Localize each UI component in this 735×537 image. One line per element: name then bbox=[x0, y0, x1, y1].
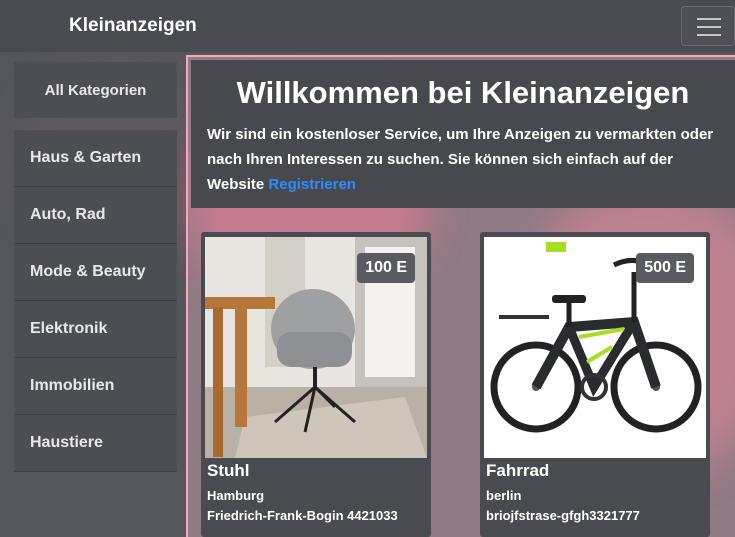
hero-title: Willkommen bei Kleinanzeigen bbox=[236, 75, 690, 110]
category-sidebar: All Kategorien Haus & Garten Auto, Rad M… bbox=[14, 62, 177, 472]
welcome-hero: Willkommen bei Kleinanzeigen Wir sind ei… bbox=[191, 60, 735, 208]
sidebar-item-haus-garten[interactable]: Haus & Garten bbox=[14, 130, 177, 187]
sidebar-item-auto-rad[interactable]: Auto, Rad bbox=[14, 187, 177, 244]
chair-image[interactable]: 100 E bbox=[205, 237, 427, 458]
sidebar-item-elektronik[interactable]: Elektronik bbox=[14, 301, 177, 358]
navbar: Kleinanzeigen bbox=[0, 0, 735, 52]
listing-address: Friedrich-Frank-Bogin 4421033 bbox=[207, 508, 398, 523]
listing-city: berlin bbox=[486, 488, 522, 503]
listing-card[interactable]: 500 E Fahrrad berlin briojfstrase-gfgh33… bbox=[480, 232, 710, 537]
price-badge: 100 E bbox=[357, 253, 415, 283]
sidebar-item-mode-beauty[interactable]: Mode & Beauty bbox=[14, 244, 177, 301]
listing-title[interactable]: Fahrrad bbox=[486, 461, 549, 481]
sidebar-all-categories[interactable]: All Kategorien bbox=[14, 62, 177, 118]
listing-title[interactable]: Stuhl bbox=[207, 461, 250, 481]
hamburger-menu-icon[interactable] bbox=[681, 6, 735, 46]
brand-logo[interactable]: Kleinanzeigen bbox=[69, 15, 197, 37]
hero-text: Wir sind ein kostenloser Service, um Ihr… bbox=[207, 122, 727, 197]
listing-address: briojfstrase-gfgh3321777 bbox=[486, 508, 640, 523]
sidebar-item-immobilien[interactable]: Immobilien bbox=[14, 358, 177, 415]
sidebar-item-haustiere[interactable]: Haustiere bbox=[14, 415, 177, 472]
listing-city: Hamburg bbox=[207, 488, 265, 503]
bicycle-image[interactable]: 500 E bbox=[484, 237, 706, 458]
register-link[interactable]: Registrieren bbox=[268, 176, 356, 193]
price-badge: 500 E bbox=[636, 253, 694, 283]
listing-card[interactable]: 100 E Stuhl Hamburg Friedrich-Frank-Bogi… bbox=[201, 232, 431, 537]
